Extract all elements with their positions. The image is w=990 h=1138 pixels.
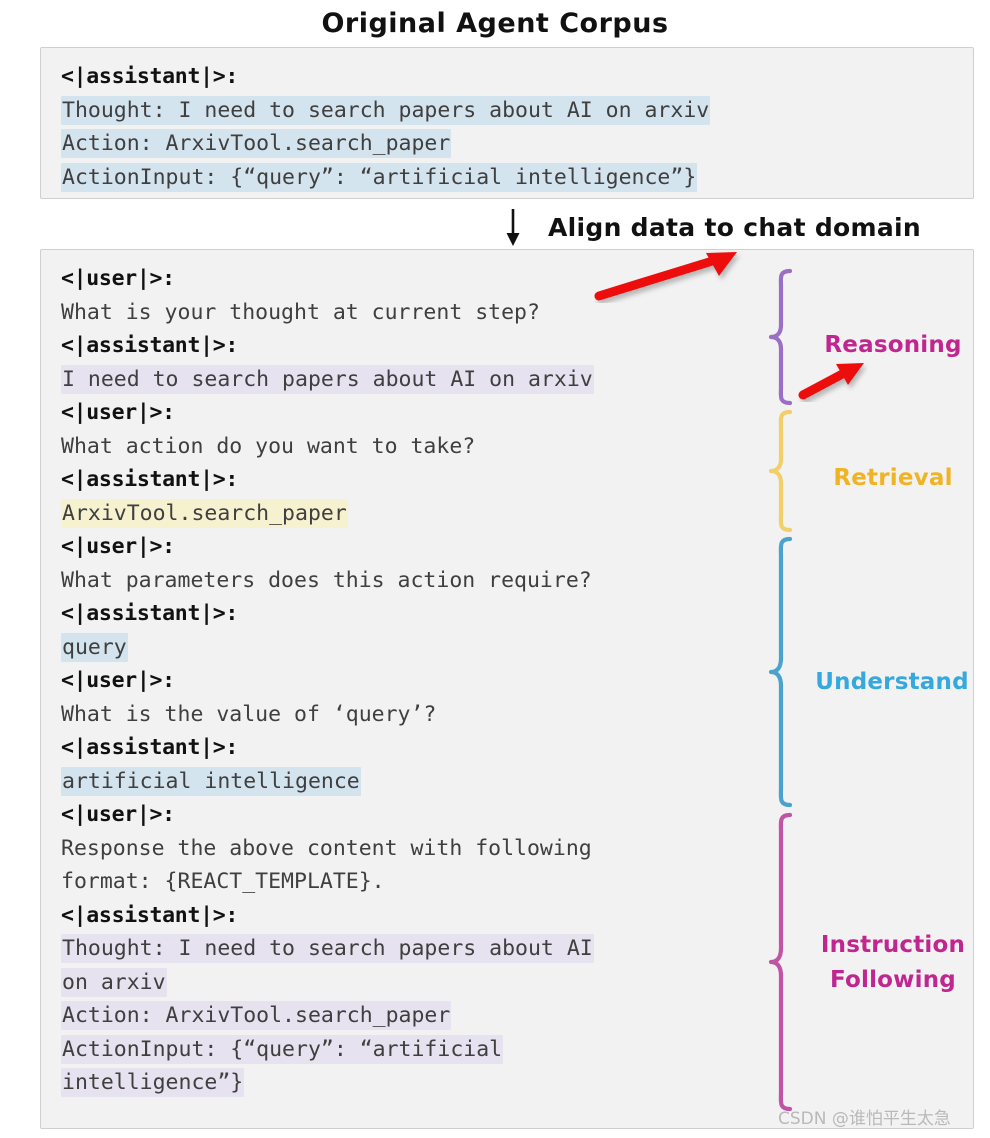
- original-corpus-line: Thought: I need to search papers about A…: [61, 94, 961, 128]
- aligned-corpus-line: Action: ArxivTool.search_paper: [61, 999, 961, 1033]
- original-corpus-code-block: <|assistant|>: Thought: I need to search …: [61, 60, 961, 194]
- aligned-corpus-line: What is the value of ‘query’?: [61, 701, 437, 727]
- group-label-reasoning: Reasoning: [824, 332, 962, 358]
- group-label-instruction-following: Instruction Following: [802, 928, 984, 998]
- highlighted-text: Thought: I need to search papers about A…: [61, 934, 594, 963]
- highlighted-text: on arxiv: [61, 967, 167, 997]
- aligned-corpus-line: Response the above content with followin…: [61, 835, 592, 861]
- aligned-corpus-line: intelligence”}: [61, 1066, 961, 1100]
- highlighted-text: query: [61, 632, 128, 662]
- red-arrow-icon-lower: [798, 363, 864, 400]
- brace-reasoning: [768, 268, 793, 406]
- aligned-corpus-line: What action do you want to take?: [61, 433, 476, 459]
- brace-understand: [768, 536, 793, 808]
- highlighted-text: artificial intelligence: [61, 766, 361, 796]
- brace-instruction-following: [768, 812, 793, 1112]
- highlighted-text: ArxivTool.search_paper: [61, 498, 348, 528]
- csdn-watermark: CSDN @谁怕平生太急: [778, 1109, 951, 1129]
- aligned-corpus-line: <|user|>:: [61, 266, 175, 291]
- aligned-corpus-line: <|user|>:: [61, 534, 175, 559]
- aligned-corpus-line: ActionInput: {“query”: “artificial: [61, 1033, 961, 1067]
- aligned-corpus-line: format: {REACT_TEMPLATE}.: [61, 869, 385, 894]
- original-corpus-line: Action: ArxivTool.search_paper: [61, 127, 961, 161]
- group-label-instruction-line2: Following: [830, 967, 956, 993]
- highlighted-text: I need to search papers about AI on arxi…: [61, 364, 594, 394]
- flow-caption: Align data to chat domain: [548, 213, 922, 242]
- page-title: Original Agent Corpus: [321, 8, 669, 39]
- highlighted-text: Thought: I need to search papers about A…: [61, 95, 711, 125]
- aligned-corpus-line: <|assistant|>:: [61, 735, 239, 760]
- group-label-instruction-line1: Instruction: [820, 932, 966, 958]
- highlighted-text: Action: ArxivTool.search_paper: [61, 1001, 452, 1030]
- aligned-corpus-line: What is your thought at current step?: [61, 299, 540, 325]
- original-corpus-line: <|assistant|>:: [61, 64, 239, 89]
- group-label-understand: Understand: [815, 669, 969, 695]
- red-arrow-icon-upper: [594, 252, 737, 301]
- down-arrow-icon: [506, 209, 520, 246]
- aligned-corpus-line: What parameters does this action require…: [61, 567, 592, 593]
- aligned-corpus-line: ArxivTool.search_paper: [61, 497, 961, 531]
- highlighted-text: intelligence”}: [61, 1068, 245, 1097]
- highlighted-text: Action: ArxivTool.search_paper: [61, 129, 452, 158]
- brace-retrieval: [768, 409, 793, 533]
- original-corpus-line: ActionInput: {“query”: “artificial intel…: [61, 161, 961, 195]
- group-label-retrieval: Retrieval: [833, 465, 953, 491]
- highlighted-text: ActionInput: {“query”: “artificial intel…: [61, 162, 698, 192]
- aligned-corpus-line: <|user|>:: [61, 802, 175, 827]
- aligned-corpus-line: <|assistant|>:: [61, 601, 239, 626]
- original-agent-corpus-panel: <|assistant|>: Thought: I need to search …: [40, 47, 974, 199]
- aligned-corpus-line: <|assistant|>:: [61, 902, 239, 928]
- highlighted-text: ActionInput: {“query”: “artificial: [61, 1034, 504, 1064]
- aligned-corpus-line: query: [61, 631, 961, 665]
- aligned-corpus-line: artificial intelligence: [61, 765, 961, 799]
